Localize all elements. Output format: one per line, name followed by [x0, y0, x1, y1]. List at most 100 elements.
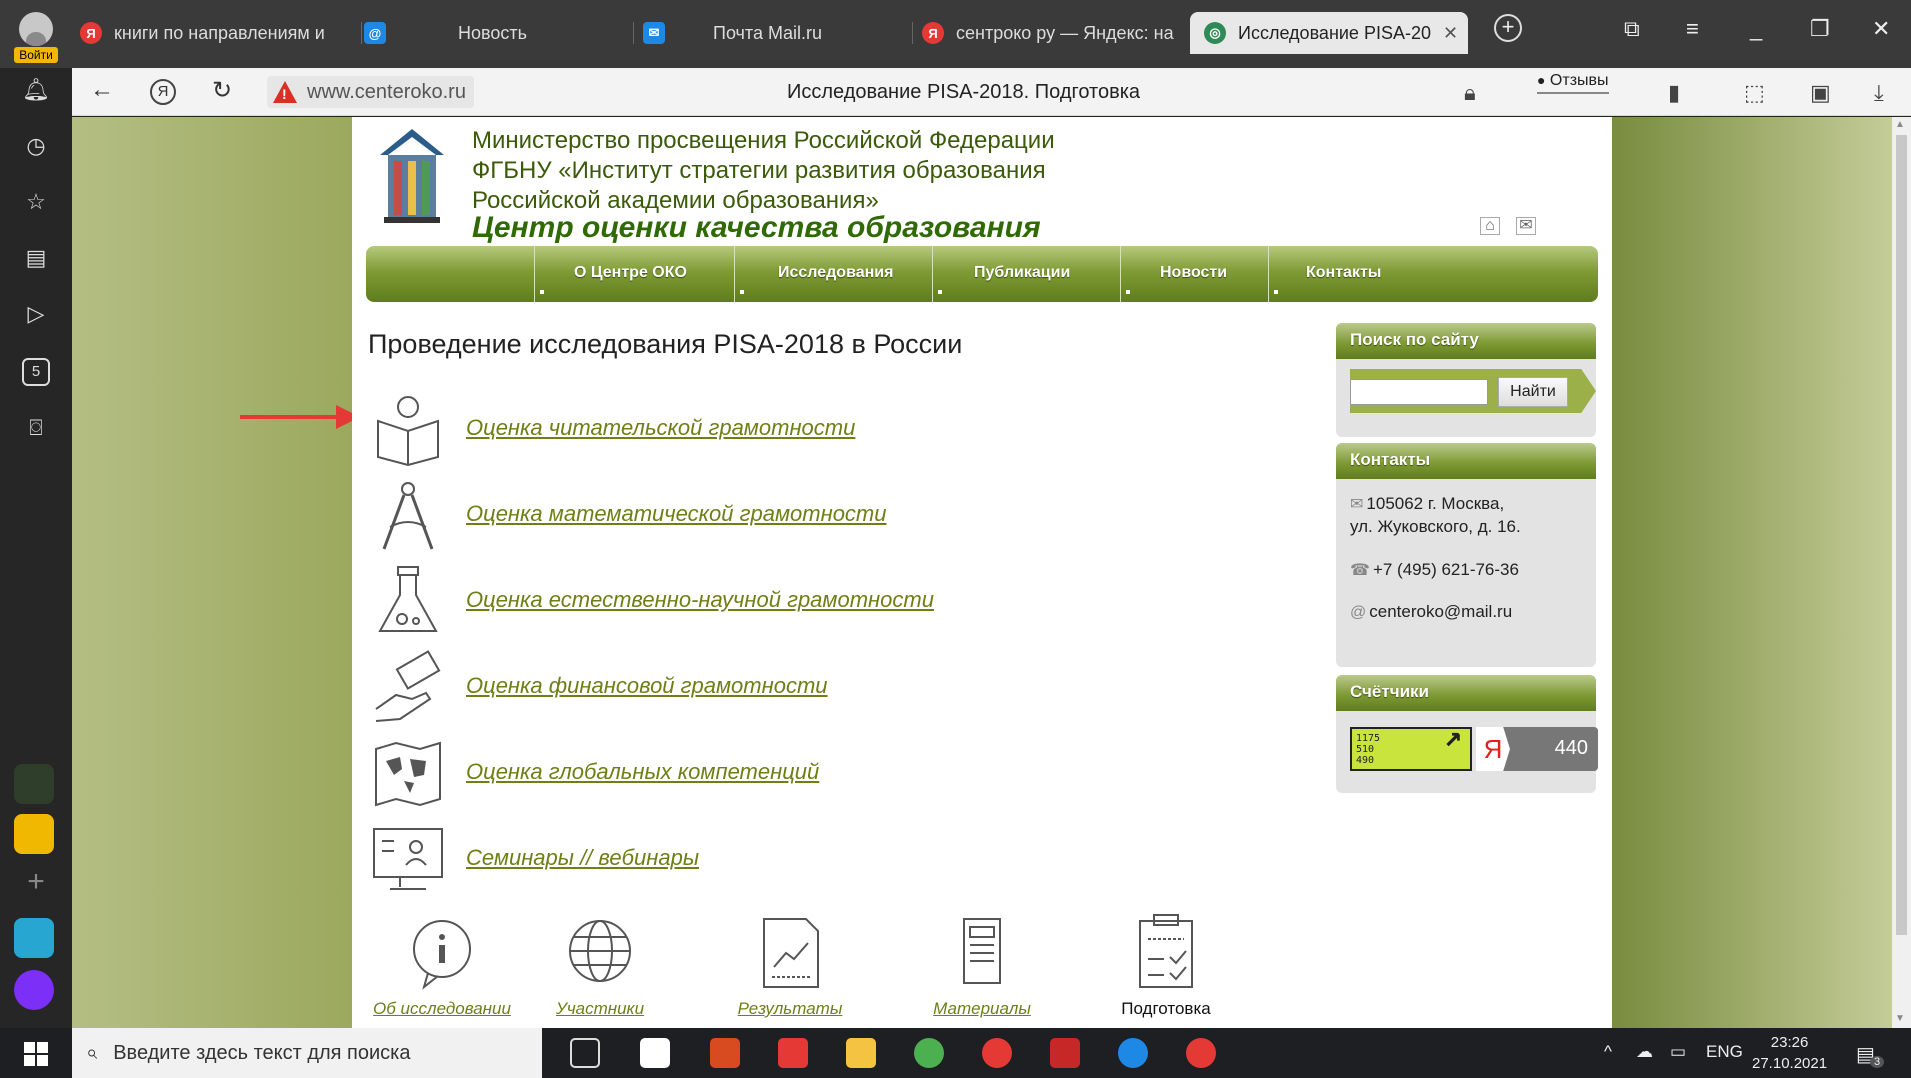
tab-yandex-search[interactable]: Я сентроко ру — Яндекс: на	[922, 12, 1180, 54]
yandex-browser-icon[interactable]	[778, 1038, 808, 1068]
camera-icon[interactable]: ⌼	[22, 414, 50, 442]
email-address[interactable]: centeroko@mail.ru	[1369, 602, 1512, 621]
search-button[interactable]: Найти	[1498, 377, 1568, 407]
close-tab-icon[interactable]: ✕	[1443, 23, 1458, 44]
center-title[interactable]: Центр оценки качества образования	[472, 211, 1041, 245]
nav-results[interactable]: Результаты	[710, 913, 870, 1019]
bookmark-icon[interactable]: ▮	[1668, 80, 1680, 106]
yandex-metrika-counter[interactable]: Я 440	[1476, 727, 1598, 771]
link-webinars[interactable]: Семинары // вебинары	[370, 821, 1070, 897]
history-clock-icon[interactable]: ◷	[22, 132, 50, 160]
alice-station-icon[interactable]	[14, 764, 54, 804]
tabs-overview-icon[interactable]: ⧉	[1624, 16, 1640, 42]
menu-publications[interactable]: Публикации	[974, 264, 1070, 282]
menu-icon[interactable]: ≡	[1686, 16, 1699, 42]
link-finance[interactable]: Оценка финансовой грамотности	[370, 649, 1070, 725]
clock[interactable]: 23:26 27.10.2021	[1752, 1032, 1827, 1074]
scrollbar-thumb[interactable]	[1896, 135, 1907, 935]
menu-about[interactable]: О Центре ОКО	[574, 264, 687, 282]
nav-participants[interactable]: Участники	[520, 913, 680, 1019]
yandex-home-icon[interactable]: Я	[150, 79, 176, 105]
flask-icon	[378, 566, 438, 632]
contact-email: @ centeroko@mail.ru	[1350, 601, 1512, 624]
onedrive-icon[interactable]: ☁	[1636, 1042, 1653, 1062]
star-icon[interactable]: ☆	[22, 188, 50, 216]
bell-icon[interactable]: 🔔︎	[22, 76, 50, 104]
zen-icon[interactable]: 5	[22, 358, 50, 386]
alice-icon[interactable]	[14, 970, 54, 1010]
app-icon-red[interactable]	[710, 1038, 740, 1068]
close-window-button[interactable]: ✕	[1872, 16, 1890, 42]
store-icon[interactable]	[640, 1038, 670, 1068]
downloads-icon[interactable]: ⤓	[1874, 80, 1884, 106]
file-explorer-icon[interactable]	[846, 1038, 876, 1068]
link-science[interactable]: Оценка естественно-научной грамотности	[370, 563, 1070, 639]
email-icon[interactable]: ✉	[1516, 217, 1536, 235]
insecure-warning-icon[interactable]	[273, 81, 297, 103]
menu-contacts[interactable]: Контакты	[1306, 264, 1381, 282]
link-label[interactable]: Оценка математической грамотности	[466, 501, 887, 527]
add-panel-icon[interactable]: +	[22, 867, 50, 897]
play-icon[interactable]: ▷	[22, 300, 50, 328]
reader-icon[interactable]	[1050, 1038, 1080, 1068]
tab-mail[interactable]: ✉ Почта Mail.ru	[643, 12, 913, 54]
link-global[interactable]: Оценка глобальных компетенций	[370, 735, 1070, 811]
menu-news[interactable]: Новости	[1160, 264, 1227, 282]
site-search-input[interactable]	[1350, 379, 1488, 405]
contact-address: ✉ 105062 г. Москва, ул. Жуковского, д. 16…	[1350, 493, 1521, 538]
link-math[interactable]: Оценка математической грамотности	[370, 477, 1070, 553]
market-icon[interactable]	[14, 814, 54, 854]
scroll-down-icon[interactable]: ▼	[1895, 1013, 1905, 1024]
nav-materials[interactable]: Материалы	[902, 913, 1062, 1019]
tray-chevron-icon[interactable]: ^	[1604, 1042, 1612, 1062]
yandex-icon-2[interactable]	[1186, 1038, 1216, 1068]
link-label[interactable]: Оценка читательской грамотности	[466, 415, 855, 441]
messenger-icon[interactable]	[14, 918, 54, 958]
edge-icon[interactable]	[1118, 1038, 1148, 1068]
menu-research[interactable]: Исследования	[778, 264, 893, 282]
minimize-button[interactable]: _	[1750, 16, 1762, 42]
search-panel: Поиск по сайту Найти	[1336, 323, 1596, 437]
link-label[interactable]: Семинары // вебинары	[466, 845, 699, 871]
tab-books[interactable]: Я книги по направлениям и	[80, 12, 362, 54]
taskbar-search[interactable]: ⌕ Введите здесь текст для поиска	[72, 1028, 542, 1078]
liveinternet-counter[interactable]: 1175 510 490 ↗	[1350, 722, 1472, 771]
profile-button[interactable]: Войти	[0, 10, 72, 65]
address-line2: ул. Жуковского, д. 16.	[1350, 517, 1521, 536]
scroll-up-icon[interactable]: ▲	[1895, 119, 1905, 130]
contact-phone: ☎ +7 (495) 621-76-36	[1350, 559, 1519, 582]
login-label: Войти	[14, 47, 58, 63]
tab-label: Новость	[458, 22, 528, 43]
link-reading[interactable]: Оценка читательской грамотности	[370, 391, 1070, 467]
chrome-icon[interactable]	[914, 1038, 944, 1068]
money-hand-icon	[375, 650, 441, 722]
extensions-icon[interactable]: ⬚	[1744, 80, 1765, 106]
language-indicator[interactable]: ENG	[1706, 1042, 1743, 1062]
page-title: Исследование PISA-2018. Подготовка	[787, 81, 1141, 103]
reviews-button[interactable]: ● Отзывы	[1537, 72, 1609, 94]
tab-label: сентроко ру — Яндекс: на	[956, 22, 1174, 43]
site-logo[interactable]	[376, 125, 448, 225]
link-label[interactable]: Оценка естественно-научной грамотности	[466, 587, 934, 613]
url-field[interactable]: www.centeroko.ru	[267, 76, 474, 108]
link-label[interactable]: Оценка финансовой грамотности	[466, 673, 828, 699]
lock-protect-icon[interactable]: 🔒︎	[1464, 80, 1476, 106]
nav-about-study[interactable]: Об исследовании	[362, 913, 522, 1019]
task-view-icon[interactable]	[570, 1038, 600, 1068]
tab-news[interactable]: @ Новость	[364, 12, 634, 54]
home-icon[interactable]: ⌂	[1480, 217, 1500, 235]
link-label[interactable]: Оценка глобальных компетенций	[466, 759, 819, 785]
screenshot-icon[interactable]: ▣	[1810, 80, 1831, 106]
restore-button[interactable]: ❐	[1810, 16, 1830, 42]
back-icon[interactable]: ←	[90, 76, 114, 104]
new-tab-button[interactable]: +	[1494, 14, 1522, 42]
nav-preparation[interactable]: Подготовка	[1086, 913, 1246, 1019]
collections-icon[interactable]: ▤	[22, 244, 50, 272]
web-page: Министерство просвещения Российской Феде…	[72, 117, 1892, 1028]
page-scrollbar[interactable]: ▲ ▼	[1892, 117, 1911, 1028]
reload-icon[interactable]: ↻	[212, 76, 232, 105]
tab-pisa-active[interactable]: ◎ Исследование PISA-20 ✕	[1190, 12, 1468, 54]
network-icon[interactable]: ▭	[1670, 1042, 1686, 1062]
yandex-icon[interactable]	[982, 1038, 1012, 1068]
windows-start-icon[interactable]	[24, 1042, 48, 1066]
